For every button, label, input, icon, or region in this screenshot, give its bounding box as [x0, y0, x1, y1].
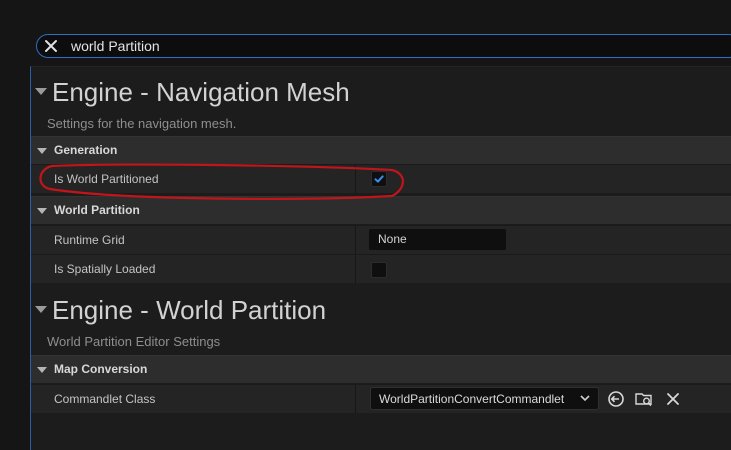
use-selected-icon[interactable]: [606, 389, 626, 409]
commandlet-class-combo[interactable]: WorldPartitionConvertCommandlet: [370, 387, 599, 410]
section-description: Settings for the navigation mesh.: [47, 116, 237, 131]
column-divider[interactable]: [355, 385, 356, 414]
details-panel: Engine - Navigation Mesh Settings for th…: [30, 66, 731, 450]
is-world-partitioned-checkbox[interactable]: [371, 171, 387, 187]
collapse-arrow-icon[interactable]: [37, 208, 47, 214]
collapse-arrow-icon[interactable]: [35, 88, 47, 95]
property-name: Is World Partitioned: [54, 172, 159, 186]
property-row-commandlet-class: Commandlet Class WorldPartitionConvertCo…: [31, 384, 731, 414]
collapse-arrow-icon[interactable]: [35, 306, 47, 313]
collapse-arrow-icon[interactable]: [37, 367, 47, 373]
property-row-is-world-partitioned: Is World Partitioned: [31, 164, 731, 194]
chevron-down-icon: [580, 395, 590, 402]
section-header-world-partition[interactable]: Engine - World Partition: [31, 289, 731, 329]
column-divider[interactable]: [355, 226, 356, 255]
category-label: Map Conversion: [54, 362, 148, 376]
section-title: Engine - World Partition: [52, 295, 327, 325]
property-name: Commandlet Class: [54, 392, 156, 406]
category-label: Generation: [54, 143, 118, 157]
clear-icon[interactable]: [663, 389, 683, 409]
property-name: Runtime Grid: [54, 233, 125, 247]
category-label: World Partition: [54, 203, 140, 217]
category-world-partition[interactable]: World Partition: [31, 196, 731, 224]
column-divider[interactable]: [355, 255, 356, 284]
section-header-navigation-mesh[interactable]: Engine - Navigation Mesh: [31, 71, 731, 111]
collapse-arrow-icon[interactable]: [37, 148, 47, 154]
browse-icon[interactable]: [634, 389, 654, 409]
checkmark-icon: [374, 175, 384, 183]
settings-window: Engine - Navigation Mesh Settings for th…: [0, 0, 731, 450]
category-generation[interactable]: Generation: [31, 136, 731, 164]
search-bar: [36, 34, 731, 58]
runtime-grid-input[interactable]: None: [369, 229, 506, 250]
property-name: Is Spatially Loaded: [54, 262, 156, 276]
column-divider[interactable]: [355, 165, 356, 194]
section-title: Engine - Navigation Mesh: [52, 77, 350, 107]
close-icon[interactable]: [43, 38, 59, 54]
section-description: World Partition Editor Settings: [47, 334, 221, 349]
combo-value: WorldPartitionConvertCommandlet: [379, 392, 565, 406]
category-map-conversion[interactable]: Map Conversion: [31, 355, 731, 383]
property-row-runtime-grid: Runtime Grid None: [31, 225, 731, 255]
search-input[interactable]: [71, 36, 711, 56]
is-spatially-loaded-checkbox[interactable]: [371, 262, 387, 278]
property-row-is-spatially-loaded: Is Spatially Loaded: [31, 254, 731, 284]
